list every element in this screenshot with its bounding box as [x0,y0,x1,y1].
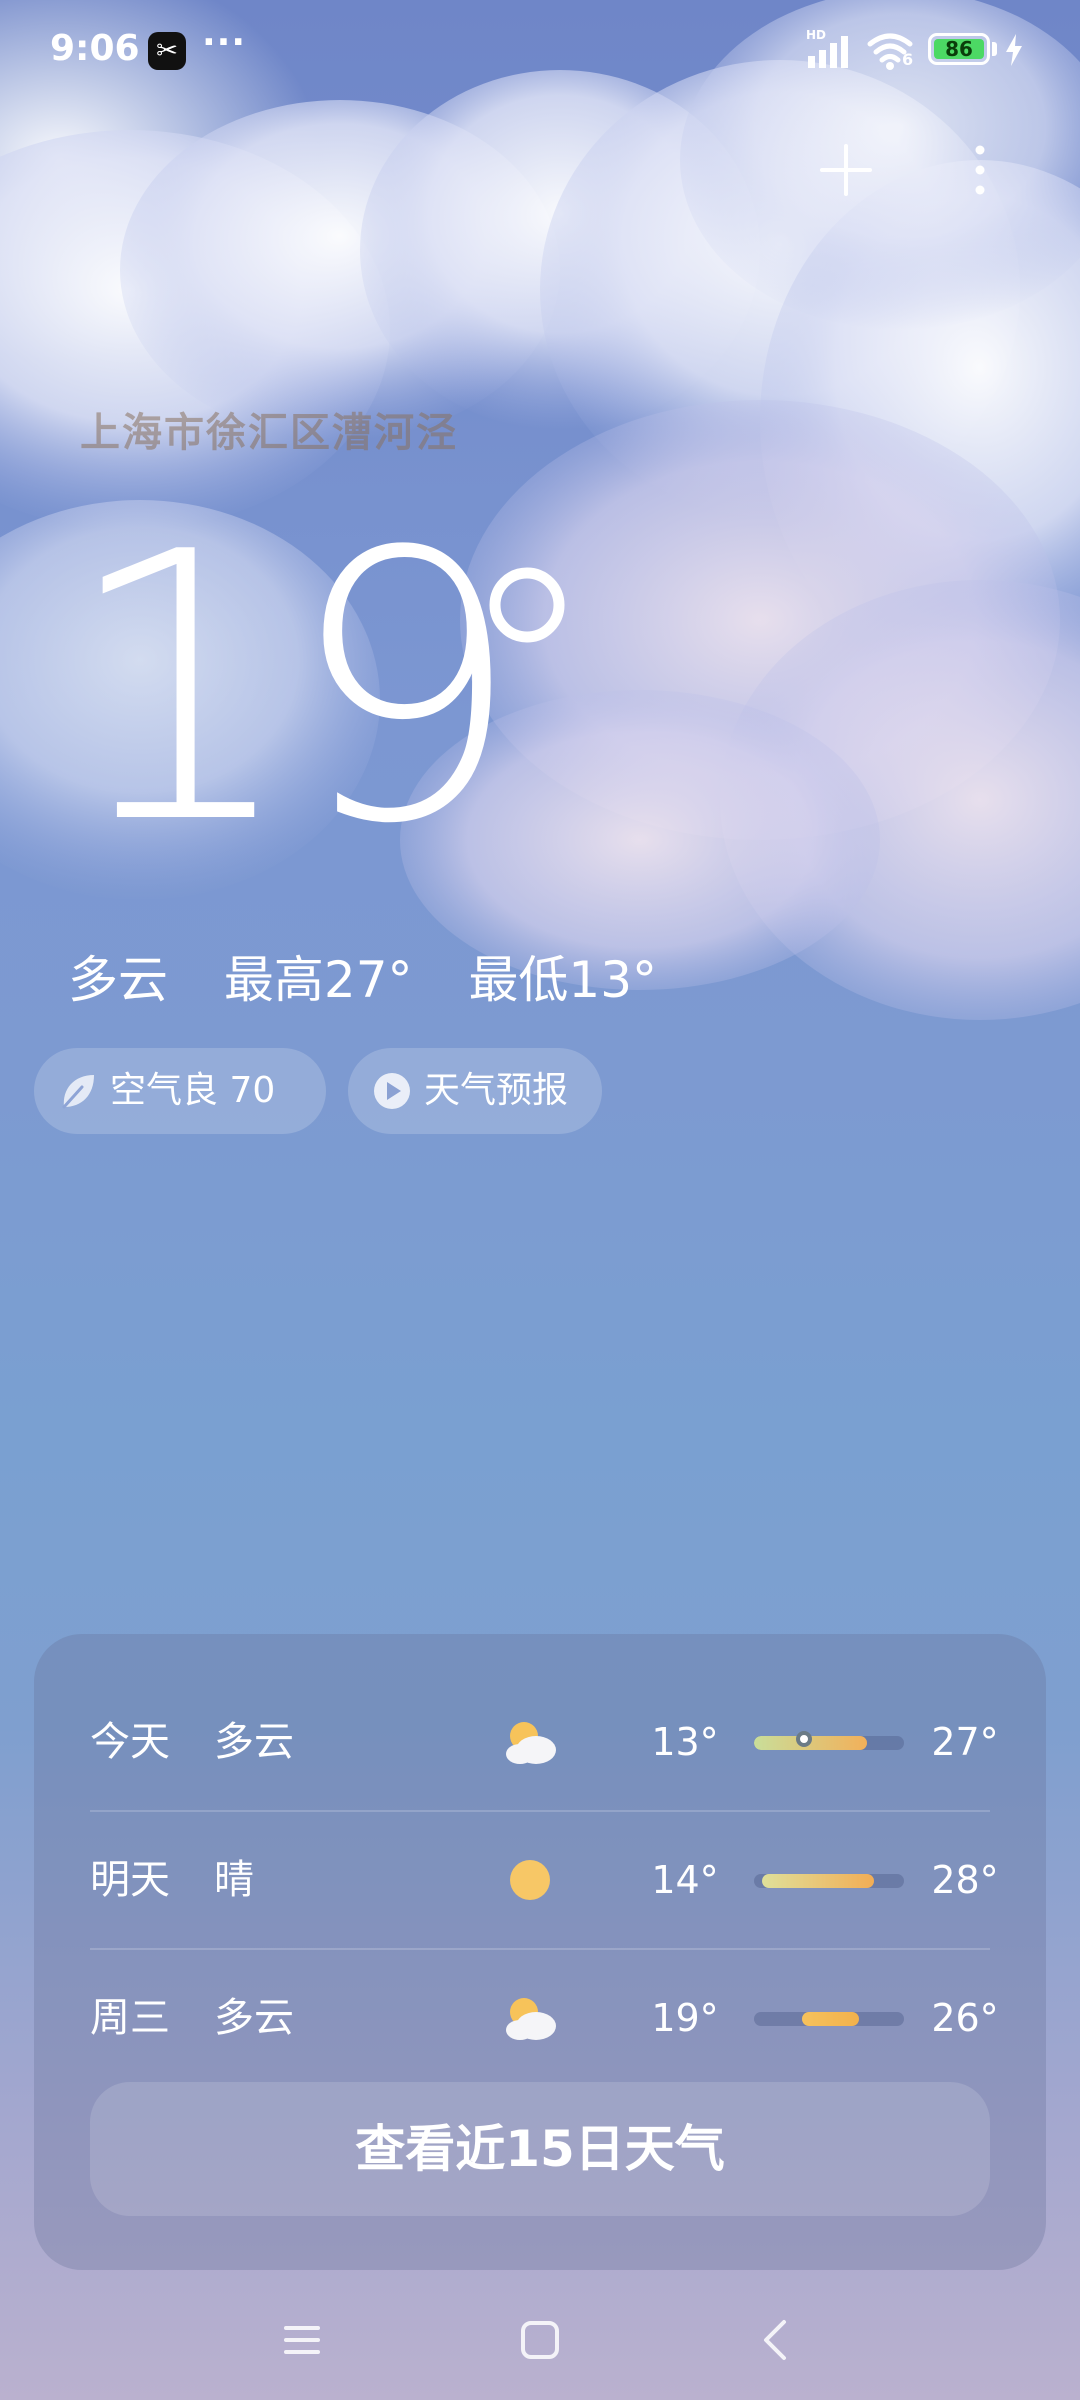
battery-level: 86 [945,37,973,61]
partly-cloudy-icon [506,1722,556,1764]
temperature-value: 19 [62,475,523,905]
forecast-high: 26° [931,1996,999,2040]
battery-icon: 86 [928,33,990,65]
leaf-icon [62,1075,94,1109]
home-square-icon[interactable] [510,2310,570,2370]
current-temp-marker [795,1731,812,1747]
charging-icon [1006,34,1022,66]
forecast-condition: 晴 [214,1857,254,1903]
forecast-low: 19° [651,1996,719,2040]
forecast-row-tomorrow[interactable]: 明天 晴 14° 28° [90,1812,999,1948]
partly-cloudy-icon [506,1998,556,2040]
forecast-condition: 多云 [214,1995,294,2041]
more-options-button[interactable] [960,140,1000,200]
forecast-condition: 多云 [214,1719,294,1765]
status-time: 9:06 [50,28,140,69]
status-bar: 9:06 ✂ ··· HD 6 86 [0,0,1080,100]
add-city-button[interactable] [816,140,876,200]
condition-text: 多云 [68,951,168,1009]
battery-tip [992,42,997,56]
low-temp: 最低13° [468,951,658,1009]
back-chevron-icon[interactable] [746,2310,806,2370]
high-temp: 最高27° [223,951,413,1009]
forecast-day: 明天 [90,1857,170,1903]
cellular-signal-icon [808,36,848,68]
temperature-range-fill [761,1874,874,1888]
location-label: 上海市徐汇区漕河泾 [80,410,458,456]
forecast-high: 27° [931,1720,999,1764]
forecast-low: 13° [651,1720,719,1764]
sun-icon [510,1860,550,1900]
current-temperature: 19 [62,490,622,890]
forecast-row-wednesday[interactable]: 周三 多云 19° 26° [90,1950,999,2086]
forecast-low: 14° [651,1858,719,1902]
forecast-day: 周三 [90,1995,170,2041]
menu-icon[interactable] [272,2310,332,2370]
forecast-card: 今天 多云 13° 27° 明天 晴 14° 28° 周三 多云 19° 26°… [34,1634,1046,2270]
temperature-range-bar [754,1736,904,1750]
temperature-range-bar [754,1874,904,1888]
temperature-range-bar [754,2012,904,2026]
wifi-band-label: 6 [902,50,914,69]
more-notifications-icon: ··· [202,22,247,63]
forecast-high: 28° [931,1858,999,1902]
view-15-day-forecast-button[interactable]: 查看近15日天气 [90,2082,990,2216]
air-quality-pill[interactable]: 空气良 70 [34,1048,326,1134]
capcut-notification-icon: ✂ [148,32,186,70]
temperature-range-fill [802,2012,859,2026]
forecast-row-today[interactable]: 今天 多云 13° 27° [90,1674,999,1810]
weather-forecast-video-pill[interactable]: 天气预报 [348,1048,602,1134]
navigation-bar [0,2290,1080,2400]
weather-summary: 多云 最高27° 最低13° [68,940,657,1012]
play-icon [374,1073,410,1109]
weather-forecast-label: 天气预报 [424,1070,569,1111]
degree-icon [489,567,565,643]
air-quality-label: 空气良 70 [110,1070,276,1111]
forecast-day: 今天 [90,1719,170,1765]
